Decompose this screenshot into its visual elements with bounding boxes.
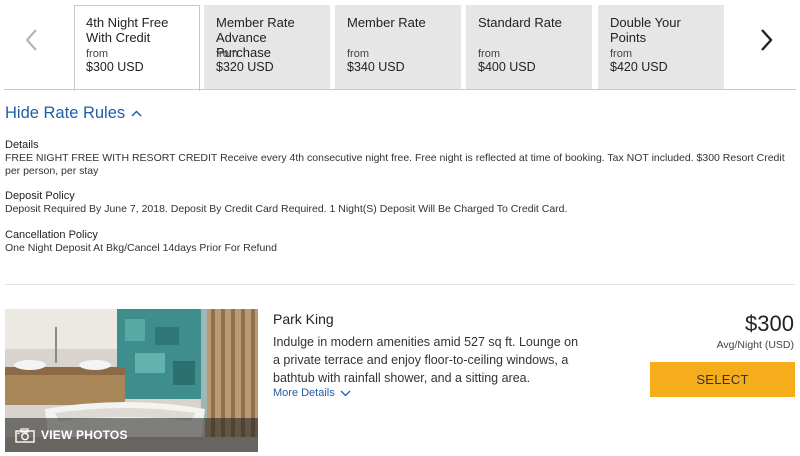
deposit-title: Deposit Policy <box>5 190 75 202</box>
camera-icon <box>15 427 35 443</box>
details-text: FREE NIGHT FREE WITH RESORT CREDIT Recei… <box>5 152 785 177</box>
chevron-left-icon <box>25 29 37 51</box>
chevron-up-icon <box>131 110 142 117</box>
view-photos-button[interactable]: VIEW PHOTOS <box>5 418 258 452</box>
more-details-link[interactable]: More Details <box>273 387 351 399</box>
rate-tab-name: 4th Night Free With Credit <box>86 15 169 45</box>
room-price: $300 <box>745 311 794 336</box>
rate-tab-4th-night-free[interactable]: 4th Night Free With Credit from $300 USD <box>74 5 200 91</box>
rule-deposit: Deposit Policy Deposit Required By June … <box>5 190 797 216</box>
deposit-text: Deposit Required By June 7, 2018. Deposi… <box>5 203 568 215</box>
prev-rates-button[interactable] <box>16 22 46 58</box>
select-button[interactable]: SELECT <box>650 362 795 397</box>
chevron-down-icon <box>340 390 351 396</box>
rate-tab-price: $300 USD <box>86 60 144 74</box>
details-title: Details <box>5 139 39 151</box>
rate-tab-price: $420 USD <box>610 60 668 74</box>
rate-tab-price: $320 USD <box>216 60 274 74</box>
more-details-label: More Details <box>273 387 335 399</box>
rate-tab-from: from <box>610 48 632 60</box>
room-photo[interactable]: VIEW PHOTOS <box>5 309 258 452</box>
section-divider <box>5 284 795 285</box>
rules-toggle-label: Hide Rate Rules <box>5 104 126 122</box>
rate-tab-from: from <box>347 48 369 60</box>
next-rates-button[interactable] <box>752 22 782 58</box>
rate-tab-double-points[interactable]: Double Your Points from $420 USD <box>598 5 724 89</box>
price-unit: Avg/Night (USD) <box>716 339 794 351</box>
rate-tabs: 4th Night Free With Credit from $300 USD … <box>0 0 800 92</box>
rate-tab-from: from <box>86 48 108 60</box>
rate-tab-name: Member Rate <box>347 15 426 30</box>
tabs-divider <box>4 89 796 90</box>
rate-tab-standard[interactable]: Standard Rate from $400 USD <box>466 5 592 89</box>
rate-tab-price: $400 USD <box>478 60 536 74</box>
cancellation-text: One Night Deposit At Bkg/Cancel 14days P… <box>5 242 277 254</box>
rate-tab-member[interactable]: Member Rate from $340 USD <box>335 5 461 89</box>
view-photos-label: VIEW PHOTOS <box>41 428 128 442</box>
rule-details: Details FREE NIGHT FREE WITH RESORT CRED… <box>5 139 797 178</box>
room-description: Indulge in modern amenities amid 527 sq … <box>273 335 579 385</box>
rate-tab-from: from <box>478 48 500 60</box>
rate-tab-name: Member Rate Advance Purchase <box>216 15 295 60</box>
rate-tab-member-advance[interactable]: Member Rate Advance Purchase from $320 US… <box>204 5 330 89</box>
rate-tab-name: Standard Rate <box>478 15 562 30</box>
rate-tab-price: $340 USD <box>347 60 405 74</box>
cancellation-title: Cancellation Policy <box>5 229 98 241</box>
rate-tab-name: Double Your Points <box>610 15 681 45</box>
chevron-right-icon <box>761 29 773 51</box>
room-name: Park King <box>273 311 334 327</box>
hide-rate-rules-toggle[interactable]: Hide Rate Rules <box>5 104 142 123</box>
rule-cancellation: Cancellation Policy One Night Deposit At… <box>5 229 797 255</box>
